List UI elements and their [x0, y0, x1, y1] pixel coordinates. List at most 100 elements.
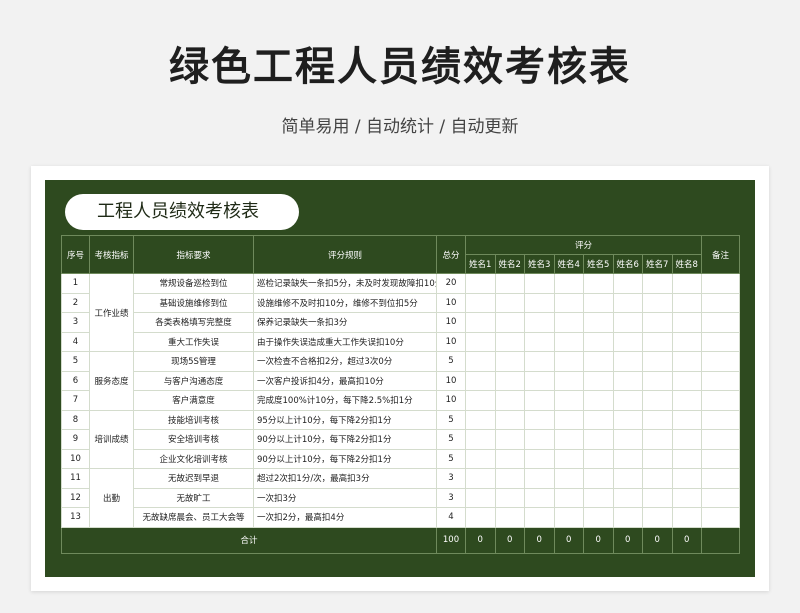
score-cell[interactable]: [465, 487, 496, 508]
score-cell[interactable]: [583, 351, 614, 372]
score-cell[interactable]: [583, 429, 614, 450]
score-cell[interactable]: [642, 390, 673, 411]
score-cell[interactable]: [612, 331, 643, 352]
remark-cell[interactable]: [701, 409, 741, 430]
score-cell[interactable]: [612, 507, 643, 528]
score-cell[interactable]: [494, 292, 525, 313]
score-cell[interactable]: [494, 409, 525, 430]
score-cell[interactable]: [524, 331, 555, 352]
score-cell[interactable]: [553, 292, 584, 313]
remark-cell[interactable]: [701, 370, 741, 391]
score-cell[interactable]: [465, 312, 496, 333]
score-cell[interactable]: [465, 507, 496, 528]
score-cell[interactable]: [553, 370, 584, 391]
score-cell[interactable]: [524, 409, 555, 430]
remark-cell[interactable]: [701, 507, 741, 528]
score-cell[interactable]: [612, 390, 643, 411]
score-cell[interactable]: [494, 468, 525, 489]
score-cell[interactable]: [494, 429, 525, 450]
score-cell[interactable]: [553, 468, 584, 489]
score-cell[interactable]: [642, 331, 673, 352]
remark-cell[interactable]: [701, 292, 741, 313]
score-cell[interactable]: [642, 273, 673, 294]
score-cell[interactable]: [494, 370, 525, 391]
score-cell[interactable]: [465, 331, 496, 352]
score-cell[interactable]: [494, 351, 525, 372]
score-cell[interactable]: [494, 390, 525, 411]
score-cell[interactable]: [612, 487, 643, 508]
score-cell[interactable]: [642, 312, 673, 333]
score-cell[interactable]: [465, 468, 496, 489]
score-cell[interactable]: [671, 448, 703, 469]
score-cell[interactable]: [465, 292, 496, 313]
score-cell[interactable]: [642, 429, 673, 450]
score-cell[interactable]: [494, 273, 525, 294]
score-cell[interactable]: [583, 409, 614, 430]
score-cell[interactable]: [553, 448, 584, 469]
score-cell[interactable]: [671, 370, 703, 391]
score-cell[interactable]: [524, 487, 555, 508]
score-cell[interactable]: [642, 351, 673, 372]
score-cell[interactable]: [612, 351, 643, 372]
score-cell[interactable]: [612, 312, 643, 333]
score-cell[interactable]: [465, 273, 496, 294]
score-cell[interactable]: [583, 292, 614, 313]
score-cell[interactable]: [465, 390, 496, 411]
score-cell[interactable]: [465, 351, 496, 372]
score-cell[interactable]: [583, 448, 614, 469]
score-cell[interactable]: [524, 292, 555, 313]
score-cell[interactable]: [524, 390, 555, 411]
score-cell[interactable]: [465, 429, 496, 450]
score-cell[interactable]: [671, 409, 703, 430]
score-cell[interactable]: [612, 370, 643, 391]
score-cell[interactable]: [524, 273, 555, 294]
score-cell[interactable]: [612, 448, 643, 469]
score-cell[interactable]: [612, 273, 643, 294]
score-cell[interactable]: [583, 507, 614, 528]
score-cell[interactable]: [642, 507, 673, 528]
score-cell[interactable]: [671, 351, 703, 372]
score-cell[interactable]: [671, 331, 703, 352]
remark-cell[interactable]: [701, 312, 741, 333]
score-cell[interactable]: [553, 273, 584, 294]
score-cell[interactable]: [583, 312, 614, 333]
score-cell[interactable]: [524, 468, 555, 489]
score-cell[interactable]: [583, 487, 614, 508]
remark-cell[interactable]: [701, 487, 741, 508]
score-cell[interactable]: [671, 468, 703, 489]
score-cell[interactable]: [642, 409, 673, 430]
score-cell[interactable]: [494, 312, 525, 333]
score-cell[interactable]: [642, 292, 673, 313]
score-cell[interactable]: [524, 429, 555, 450]
score-cell[interactable]: [465, 409, 496, 430]
score-cell[interactable]: [612, 292, 643, 313]
score-cell[interactable]: [524, 351, 555, 372]
score-cell[interactable]: [671, 390, 703, 411]
remark-cell[interactable]: [701, 273, 741, 294]
score-cell[interactable]: [494, 507, 525, 528]
score-cell[interactable]: [583, 331, 614, 352]
score-cell[interactable]: [671, 292, 703, 313]
score-cell[interactable]: [583, 273, 614, 294]
score-cell[interactable]: [553, 312, 584, 333]
score-cell[interactable]: [612, 429, 643, 450]
score-cell[interactable]: [553, 351, 584, 372]
score-cell[interactable]: [612, 409, 643, 430]
score-cell[interactable]: [671, 487, 703, 508]
remark-cell[interactable]: [701, 390, 741, 411]
remark-cell[interactable]: [701, 351, 741, 372]
score-cell[interactable]: [612, 468, 643, 489]
score-cell[interactable]: [583, 370, 614, 391]
score-cell[interactable]: [553, 487, 584, 508]
score-cell[interactable]: [553, 429, 584, 450]
score-cell[interactable]: [671, 273, 703, 294]
score-cell[interactable]: [465, 370, 496, 391]
score-cell[interactable]: [494, 487, 525, 508]
score-cell[interactable]: [642, 448, 673, 469]
score-cell[interactable]: [642, 487, 673, 508]
score-cell[interactable]: [642, 468, 673, 489]
score-cell[interactable]: [524, 448, 555, 469]
score-cell[interactable]: [553, 507, 584, 528]
score-cell[interactable]: [524, 370, 555, 391]
score-cell[interactable]: [671, 312, 703, 333]
